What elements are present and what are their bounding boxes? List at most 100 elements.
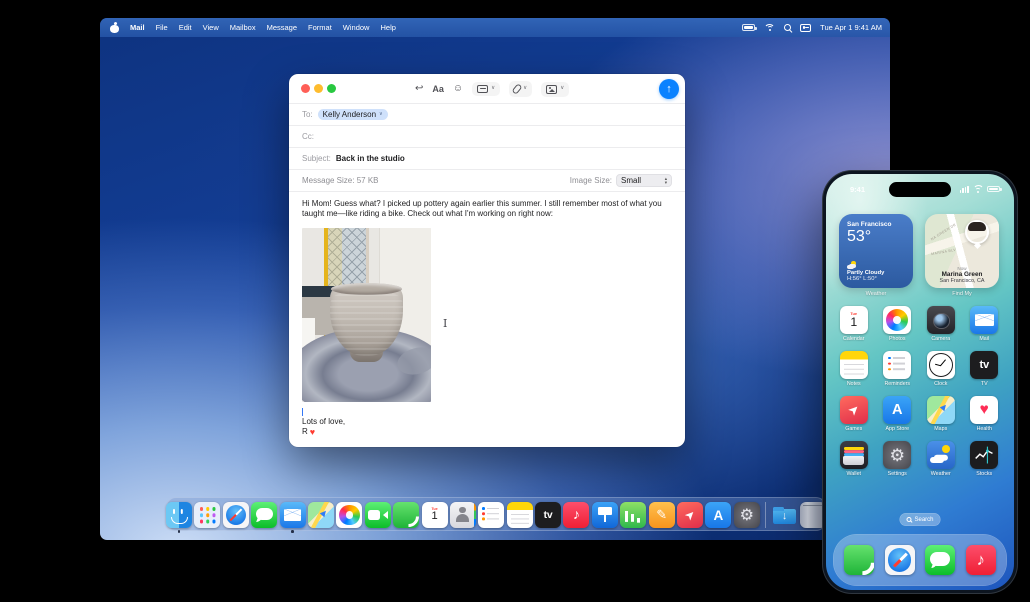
- maps-icon: [307, 502, 334, 528]
- stocks-chart-icon: [970, 441, 999, 469]
- dock-item-numbers[interactable]: [620, 502, 647, 528]
- menu-item-mailbox[interactable]: Mailbox: [230, 23, 256, 32]
- dock-item-games[interactable]: ➤: [677, 502, 704, 528]
- menu-bar-clock[interactable]: Tue Apr 1 9:41 AM: [820, 23, 882, 32]
- image-size-value: Small: [621, 176, 642, 185]
- dock-item-reminders[interactable]: [478, 502, 505, 528]
- dock-item-downloads[interactable]: ↓: [772, 502, 798, 528]
- dock-item-phone[interactable]: [393, 502, 420, 528]
- app-calendar[interactable]: Tue 1 Calendar: [834, 306, 874, 342]
- findmy-place: Marina Green: [941, 271, 983, 278]
- app-reminders[interactable]: Reminders: [877, 351, 917, 387]
- spotlight-search-icon[interactable]: [784, 24, 792, 31]
- weather-hilo: H:56° L:50°: [847, 276, 877, 282]
- app-mail[interactable]: Mail: [964, 306, 1004, 342]
- dock-item-appstore[interactable]: A: [705, 502, 732, 528]
- dock-item-mail[interactable]: [279, 502, 306, 533]
- cc-field[interactable]: Cc:: [289, 126, 685, 148]
- attach-file-button[interactable]: ∨: [509, 81, 533, 97]
- notes-icon: [506, 502, 533, 528]
- camera-icon: [926, 306, 955, 334]
- dock-item-calendar[interactable]: Tue 1: [421, 502, 448, 528]
- battery-icon[interactable]: [742, 24, 757, 31]
- status-time: 9:41: [850, 184, 866, 194]
- subject-field[interactable]: Subject: Back in the studio: [289, 148, 685, 170]
- image-size-select[interactable]: Small ▴ ▾: [616, 174, 672, 187]
- iphone-status-bar: 9:41: [826, 181, 1014, 197]
- mail-icon: [970, 306, 999, 334]
- header-style-button[interactable]: ∨: [472, 82, 501, 96]
- dock-item-pages[interactable]: ✎: [648, 502, 675, 528]
- safari-icon[interactable]: [884, 545, 915, 575]
- music-icon[interactable]: ♪: [965, 545, 996, 575]
- to-field[interactable]: To: Kelly Anderson ∨: [289, 104, 685, 126]
- menu-item-window[interactable]: Window: [343, 23, 370, 32]
- search-label: Search: [914, 516, 934, 523]
- weather-widget[interactable]: San Francisco 53° Partly Cloudy H:56° L:…: [839, 214, 913, 288]
- apple-menu-icon[interactable]: [110, 23, 119, 33]
- dock-item-safari[interactable]: [222, 502, 249, 528]
- app-health[interactable]: ♥ Health: [964, 396, 1004, 432]
- app-clock[interactable]: Clock: [921, 351, 961, 387]
- control-center-icon[interactable]: [800, 23, 812, 32]
- mail-icon: [279, 502, 306, 528]
- messages-icon[interactable]: [925, 545, 956, 575]
- to-label: To:: [302, 110, 313, 119]
- app-weather[interactable]: Weather: [921, 441, 961, 477]
- dock-item-finder[interactable]: [166, 502, 193, 533]
- reminders-icon: [883, 351, 912, 379]
- recipient-token[interactable]: Kelly Anderson ∨: [317, 109, 388, 120]
- app-appstore[interactable]: A App Store: [877, 396, 917, 432]
- pottery-photo-attachment[interactable]: [302, 227, 431, 402]
- undo-icon[interactable]: ↩: [415, 84, 423, 94]
- app-maps[interactable]: Maps: [921, 396, 961, 432]
- minimize-window-button[interactable]: [314, 84, 323, 93]
- app-camera[interactable]: Camera: [921, 306, 961, 342]
- dock-item-settings[interactable]: ⚙: [733, 502, 760, 528]
- menu-item-edit[interactable]: Edit: [179, 23, 192, 32]
- app-notes[interactable]: Notes: [834, 351, 874, 387]
- phone-icon[interactable]: [844, 545, 875, 575]
- cc-label: Cc:: [302, 132, 314, 141]
- dock-item-launchpad[interactable]: [194, 502, 221, 528]
- findmy-widget[interactable]: NA GREEN DR MARINA BLV Now Marina Green …: [925, 214, 999, 288]
- app-wallet[interactable]: Wallet: [834, 441, 874, 477]
- dock-item-tv[interactable]: tv: [535, 502, 562, 528]
- dock-item-maps[interactable]: [307, 502, 334, 528]
- zoom-window-button[interactable]: [327, 84, 336, 93]
- close-window-button[interactable]: [301, 84, 310, 93]
- photos-icon: [883, 306, 912, 334]
- menu-item-mail[interactable]: Mail: [130, 23, 145, 32]
- app-games[interactable]: ➤ Games: [834, 396, 874, 432]
- menu-item-view[interactable]: View: [203, 23, 219, 32]
- dock-item-contacts[interactable]: [449, 502, 476, 528]
- insert-photo-button[interactable]: ∨: [541, 81, 570, 97]
- app-tv[interactable]: tv TV: [964, 351, 1004, 387]
- dock-item-messages[interactable]: [251, 502, 278, 528]
- menu-item-format[interactable]: Format: [308, 23, 332, 32]
- wifi-icon[interactable]: [764, 23, 776, 32]
- menu-item-help[interactable]: Help: [380, 23, 395, 32]
- app-photos[interactable]: Photos: [877, 306, 917, 342]
- format-text-icon[interactable]: Aa: [432, 84, 444, 94]
- dock-item-photos[interactable]: [336, 502, 363, 528]
- chevron-down-icon: ∨: [491, 85, 496, 92]
- dock-item-music[interactable]: ♪: [563, 502, 590, 528]
- select-chevrons-icon: ▴ ▾: [664, 176, 667, 185]
- menu-item-message[interactable]: Message: [267, 23, 297, 32]
- message-body[interactable]: Hi Mom! Guess what? I picked up pottery …: [289, 192, 685, 438]
- menu-item-file[interactable]: File: [156, 23, 168, 32]
- app-settings[interactable]: ⚙ Settings: [877, 441, 917, 477]
- closing-line: Lots of love,: [302, 416, 346, 426]
- send-button[interactable]: ↑: [659, 79, 679, 99]
- dock-item-facetime[interactable]: [364, 502, 391, 528]
- battery-icon: [987, 185, 1002, 193]
- findmy-widget-label: Find My: [952, 291, 972, 297]
- dock-item-keynote[interactable]: [591, 502, 618, 528]
- app-stocks[interactable]: Stocks: [964, 441, 1004, 477]
- settings-gear-icon: ⚙: [733, 502, 760, 528]
- weather-widget-label: Weather: [865, 291, 887, 297]
- dock-item-notes[interactable]: [506, 502, 533, 528]
- emoji-icon[interactable]: ☺: [453, 84, 463, 94]
- home-search-pill[interactable]: Search: [899, 513, 941, 526]
